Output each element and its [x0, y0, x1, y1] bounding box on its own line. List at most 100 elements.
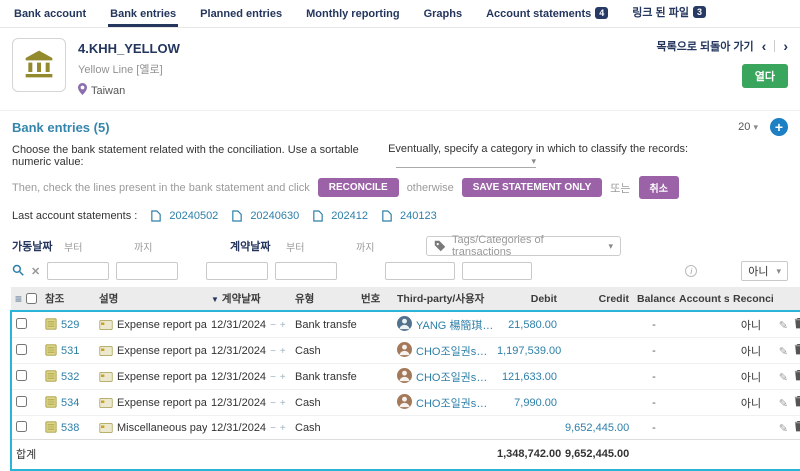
col-reconciled[interactable]: Reconciled: [729, 287, 773, 311]
tab-bar: Bank account Bank entries Planned entrie…: [0, 0, 800, 28]
select-all-checkbox[interactable]: [26, 292, 38, 304]
tags-categories-select[interactable]: Tags/Categories of transactions ▾: [426, 234, 621, 258]
op-date-from-input[interactable]: [47, 262, 110, 280]
choose-statement-text: Choose the bank statement related with t…: [12, 144, 359, 168]
edit-icon[interactable]: ✎: [779, 398, 788, 410]
cancel-button[interactable]: 취소: [638, 176, 679, 199]
col-debit[interactable]: Debit: [493, 287, 561, 311]
entry-ref-link[interactable]: 531: [61, 345, 79, 357]
contract-date-from-input[interactable]: [206, 262, 269, 280]
entry-ref-link[interactable]: 534: [61, 397, 79, 409]
tab-account-statements[interactable]: Account statements 4: [484, 2, 610, 27]
reconciled-filter-select[interactable]: 아니 ▾: [741, 261, 788, 281]
prev-record-button[interactable]: ‹: [762, 39, 767, 53]
open-button[interactable]: 열다: [741, 64, 788, 88]
third-party-link[interactable]: CHO조일권sPM II...: [416, 395, 493, 411]
col-balance[interactable]: Balance: [633, 287, 675, 311]
entry-ref-link[interactable]: 532: [61, 371, 79, 383]
entry-credit: [561, 389, 633, 416]
next-record-button[interactable]: ›: [783, 39, 788, 53]
date-plus-button[interactable]: +: [280, 423, 286, 434]
statement-link[interactable]: 240123: [382, 210, 437, 222]
total-row: 합계 1,348,742.00 9,652,445.00: [11, 439, 800, 471]
delete-icon[interactable]: [794, 344, 800, 358]
date-minus-button[interactable]: −: [270, 372, 276, 383]
row-checkbox[interactable]: [16, 318, 27, 330]
date-minus-button[interactable]: −: [270, 346, 276, 357]
delete-icon[interactable]: [794, 396, 800, 410]
col-number[interactable]: 번호: [357, 287, 393, 311]
entry-description: Expense report payment: [117, 396, 207, 409]
col-type[interactable]: 유형: [291, 287, 357, 311]
tab-bank-entries[interactable]: Bank entries: [108, 2, 179, 27]
page-size-select[interactable]: 20 ▾: [738, 121, 758, 133]
col-ref[interactable]: 참조: [41, 287, 95, 311]
tab-linked-files[interactable]: 링크 된 파일 3: [630, 0, 708, 27]
date-plus-button[interactable]: +: [280, 372, 286, 383]
third-party-link[interactable]: CHO조일권sPM II...: [416, 343, 493, 359]
tab-planned-entries[interactable]: Planned entries: [198, 2, 284, 27]
col-description[interactable]: 설명: [95, 287, 207, 311]
col-credit[interactable]: Credit: [561, 287, 633, 311]
operation-date-label: 가동날짜: [12, 241, 53, 253]
tab-monthly-reporting[interactable]: Monthly reporting: [304, 2, 402, 27]
ledger-icon: [45, 370, 57, 382]
entry-reconciled: 아니: [729, 363, 773, 390]
contract-date-to-input[interactable]: [275, 262, 338, 280]
tab-label: Account statements: [486, 8, 592, 20]
date-plus-button[interactable]: +: [280, 346, 286, 357]
delete-icon[interactable]: [794, 318, 800, 332]
card-icon: [99, 397, 113, 408]
date-minus-button[interactable]: −: [270, 423, 276, 434]
table-row: 538 Miscellaneous payment 12/31/2024−+ C…: [11, 415, 800, 440]
delete-icon[interactable]: [794, 421, 800, 435]
op-date-to-input[interactable]: [116, 262, 179, 280]
list-icon[interactable]: ≡: [15, 292, 22, 306]
from-label: 부터: [286, 242, 305, 254]
third-party-link[interactable]: YANG 楊簡琪 RITA: [416, 317, 493, 333]
date-minus-button[interactable]: −: [270, 398, 276, 409]
reconcile-button[interactable]: RECONCILE: [317, 178, 399, 197]
statement-link[interactable]: 20240502: [151, 210, 218, 222]
count-badge: 4: [595, 7, 609, 19]
edit-icon[interactable]: ✎: [779, 372, 788, 384]
from-label: 부터: [64, 242, 83, 254]
entry-third-party-empty: [393, 415, 493, 440]
edit-icon[interactable]: ✎: [779, 423, 788, 435]
reconcile-actions-row: Then, check the lines present in the ban…: [0, 174, 800, 206]
edit-icon[interactable]: ✎: [779, 320, 788, 332]
category-select[interactable]: ▾: [396, 155, 537, 168]
clear-filters-icon[interactable]: ✕: [31, 265, 40, 278]
entry-ref-link[interactable]: 538: [61, 422, 79, 434]
tab-bank-account[interactable]: Bank account: [12, 2, 88, 27]
entry-number: [357, 415, 393, 440]
add-entry-button[interactable]: +: [770, 118, 788, 136]
entry-reconciled: 아니: [729, 389, 773, 416]
avatar: [397, 368, 412, 384]
entry-ref-link[interactable]: 529: [61, 319, 79, 331]
col-third-party[interactable]: Third-party/사용자: [393, 287, 493, 311]
delete-icon[interactable]: [794, 370, 800, 384]
edit-icon[interactable]: ✎: [779, 346, 788, 358]
chevron-down-icon: ▾: [531, 156, 537, 166]
entry-balance: -: [633, 337, 675, 364]
date-minus-button[interactable]: −: [270, 320, 276, 331]
col-date[interactable]: ▼ 계약날짜: [207, 287, 291, 311]
date-plus-button[interactable]: +: [280, 320, 286, 331]
entry-account-state: [675, 389, 729, 416]
statement-link[interactable]: 202412: [313, 210, 368, 222]
row-checkbox[interactable]: [16, 344, 27, 356]
search-icon[interactable]: [12, 264, 24, 279]
statement-link[interactable]: 20240630: [232, 210, 299, 222]
third-party-link[interactable]: CHO조일권sPM II...: [416, 369, 493, 385]
back-to-list-link[interactable]: 목록으로 되돌아 가기: [656, 38, 753, 54]
save-statement-only-button[interactable]: SAVE STATEMENT ONLY: [461, 178, 603, 197]
row-checkbox[interactable]: [16, 370, 27, 382]
third-party-filter-input[interactable]: [462, 262, 533, 280]
tab-graphs[interactable]: Graphs: [422, 2, 465, 27]
date-plus-button[interactable]: +: [280, 398, 286, 409]
number-filter-input[interactable]: [385, 262, 456, 280]
col-account-state[interactable]: Account state...: [675, 287, 729, 311]
row-checkbox[interactable]: [16, 421, 27, 433]
row-checkbox[interactable]: [16, 396, 27, 408]
